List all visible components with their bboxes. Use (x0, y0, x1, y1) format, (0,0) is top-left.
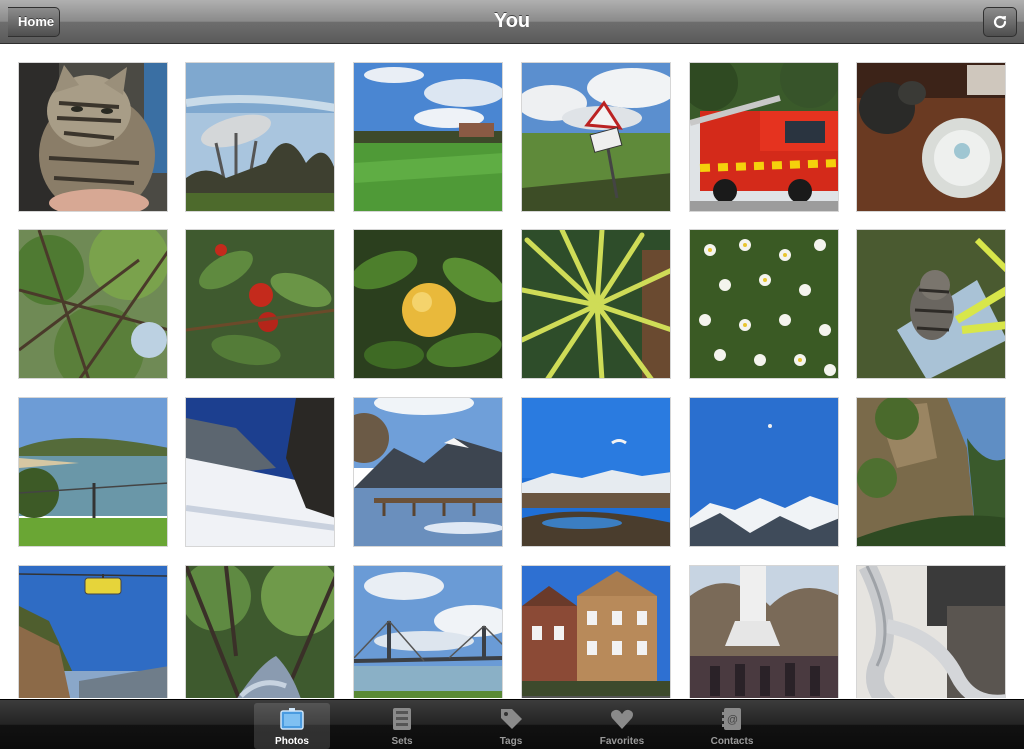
tab-photos-label: Photos (275, 736, 309, 747)
photo-thumbnail[interactable] (856, 229, 1006, 379)
photos-icon (280, 708, 304, 730)
photo-thumbnail[interactable] (521, 397, 671, 547)
heart-icon (611, 709, 633, 729)
svg-text:@: @ (727, 714, 738, 726)
contacts-icon: @ (722, 708, 741, 730)
refresh-button[interactable] (983, 7, 1017, 37)
tab-contacts[interactable]: @ Contacts (694, 703, 770, 749)
tab-bar: Photos Sets Tags Favorites @ Contacts (0, 699, 1024, 749)
tab-contacts-label: Contacts (710, 736, 754, 747)
photo-thumbnail[interactable] (521, 229, 671, 379)
photo-thumbnail[interactable] (521, 62, 671, 212)
tab-tags-label: Tags (499, 736, 523, 747)
photo-thumbnail[interactable] (185, 62, 335, 212)
photo-thumbnail[interactable] (18, 229, 168, 379)
photo-thumbnail[interactable] (521, 565, 671, 698)
photo-thumbnail[interactable] (856, 397, 1006, 547)
tag-icon (501, 709, 522, 729)
page-title: You (493, 10, 531, 32)
photo-thumbnail[interactable] (689, 565, 839, 698)
photo-thumbnail[interactable] (185, 397, 335, 547)
photo-thumbnail[interactable] (18, 397, 168, 547)
tab-sets-label: Sets (391, 736, 413, 747)
photo-thumbnail[interactable] (18, 62, 168, 212)
photo-thumbnail[interactable] (689, 62, 839, 212)
navigation-bar: Home You (0, 0, 1024, 44)
tab-sets[interactable]: Sets (364, 703, 440, 749)
tab-favorites[interactable]: Favorites (584, 703, 660, 749)
photo-thumbnail[interactable] (185, 229, 335, 379)
tab-tags[interactable]: Tags (473, 703, 549, 749)
photo-thumbnail[interactable] (689, 229, 839, 379)
tab-photos[interactable]: Photos (254, 703, 330, 749)
sets-icon (393, 708, 411, 730)
photo-thumbnail[interactable] (18, 565, 168, 698)
photo-thumbnail[interactable] (856, 565, 1006, 698)
refresh-icon (993, 15, 1007, 29)
photo-thumbnail[interactable] (353, 229, 503, 379)
photo-thumbnail[interactable] (353, 565, 503, 698)
photo-thumbnail[interactable] (185, 565, 335, 698)
photo-thumbnail[interactable] (689, 397, 839, 547)
tab-favorites-label: Favorites (599, 736, 645, 747)
photo-thumbnail[interactable] (353, 62, 503, 212)
photo-thumbnail[interactable] (856, 62, 1006, 212)
photo-thumbnail[interactable] (353, 397, 503, 547)
photo-grid (18, 62, 1008, 698)
